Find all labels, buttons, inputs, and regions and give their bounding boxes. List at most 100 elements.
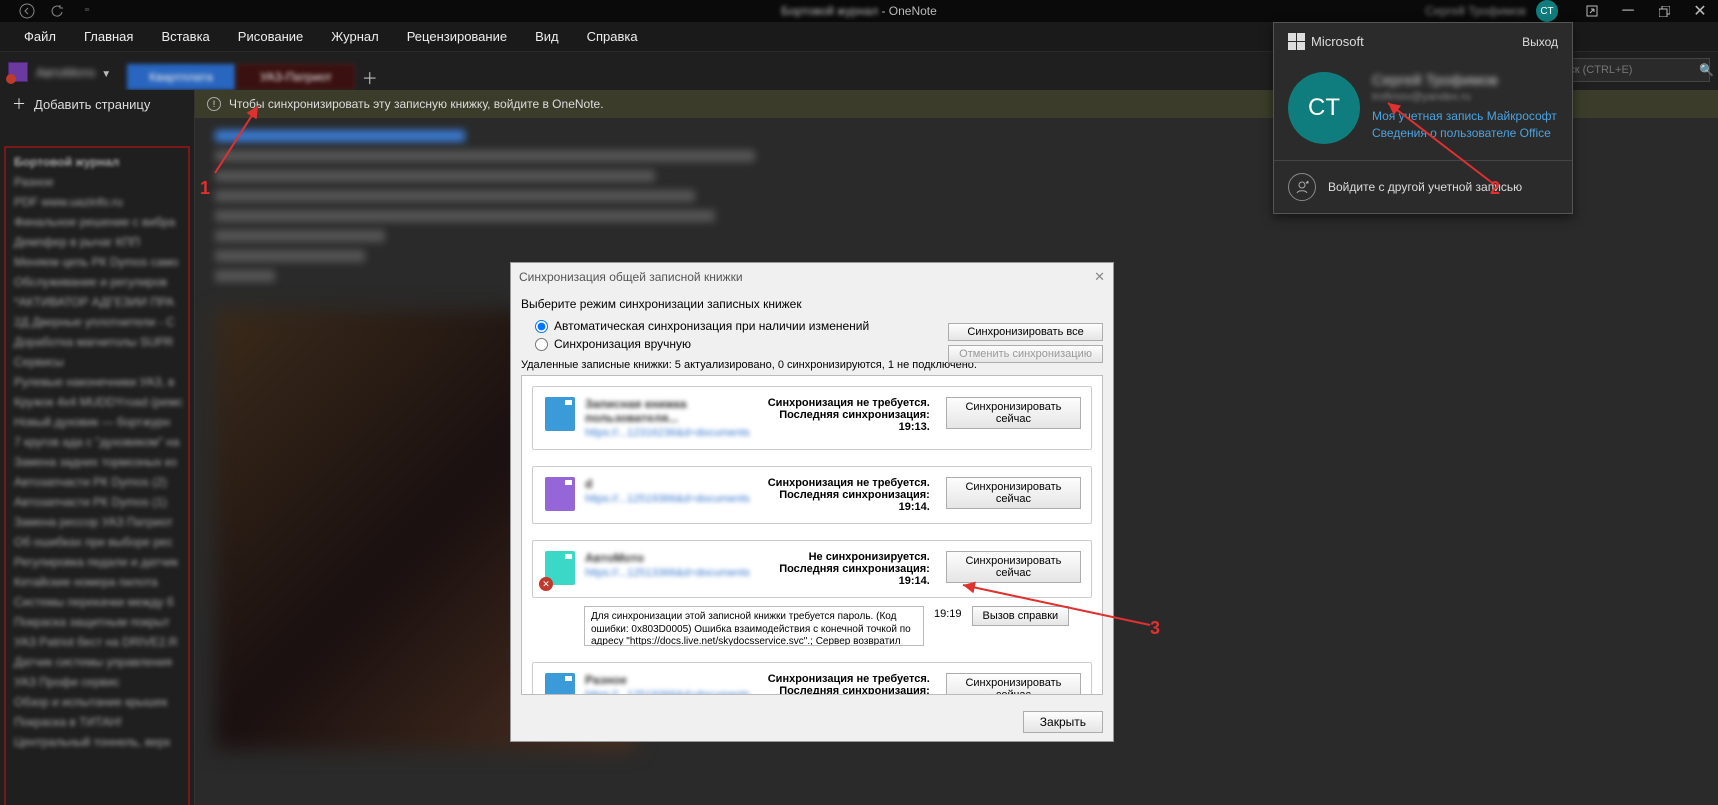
page-item[interactable]: *АКТИВАТОР АДГЕЗИИ ПРА: [12, 292, 182, 312]
page-item[interactable]: Центральный тоннель, верх: [12, 732, 182, 752]
page-item[interactable]: Рулевые наконечники УАЗ, в: [12, 372, 182, 392]
marker-2: 2: [1490, 178, 1500, 199]
page-item[interactable]: Замена рессор УАЗ Патриот: [12, 512, 182, 532]
add-section-button[interactable]: ＋: [357, 64, 383, 90]
ribbon-tab-draw[interactable]: Рисование: [224, 22, 317, 52]
notebook-list[interactable]: Записная книжка пользователя... https://.…: [521, 375, 1103, 695]
page-item[interactable]: Кетайские номера пилота: [12, 572, 182, 592]
add-page-button[interactable]: ＋ Добавить страницу: [0, 90, 194, 118]
account-popup: Microsoft Выход CT Сергей Трофимов trofi…: [1273, 22, 1573, 214]
page-item[interactable]: 2Д Дверные уплотнители - С: [12, 312, 182, 332]
page-list-header[interactable]: Бортовой журнал: [12, 152, 182, 172]
page-item[interactable]: Кружок 4x4 MUDDYroad (ремо: [12, 392, 182, 412]
search-icon[interactable]: 🔍: [1699, 63, 1714, 77]
page-item[interactable]: Обслуживание и регулиров: [12, 272, 182, 292]
customize-qat[interactable]: ⁼: [78, 2, 96, 20]
content-link: [215, 130, 465, 142]
page-item[interactable]: 7 кругов ада с "духовиком" на: [12, 432, 182, 452]
notebook-status: Синхронизация не требуется.: [760, 397, 930, 409]
ribbon-tab-journal[interactable]: Журнал: [317, 22, 392, 52]
undo-button[interactable]: [48, 2, 66, 20]
page-item[interactable]: Обзор и испытание крышек: [12, 692, 182, 712]
titlebar-account-name[interactable]: Сергей Трофимов: [1415, 4, 1536, 18]
page-item[interactable]: Автозапчасти РК Dymos (1): [12, 492, 182, 512]
titlebar-avatar[interactable]: CT: [1536, 0, 1558, 22]
section-tab-2[interactable]: УАЗ-Патриот: [237, 64, 355, 90]
sync-now-button[interactable]: Синхронизировать сейчас: [946, 673, 1081, 695]
page-item[interactable]: Покраска в ТИТАН!: [12, 712, 182, 732]
page-item[interactable]: Регулировка педали и датчик: [12, 552, 182, 572]
ribbon-tab-home[interactable]: Главная: [70, 22, 147, 52]
account-name: Сергей Трофимов: [1372, 72, 1558, 89]
notebook-title: d: [585, 477, 750, 491]
account-email: trofimov@yandex.ru: [1372, 91, 1558, 103]
page-item[interactable]: Системы перекачки между б: [12, 592, 182, 612]
notebook-last-sync: Последняя синхронизация: 19:14.: [760, 563, 930, 587]
page-item[interactable]: Автозапчасти РК Dymos (2): [12, 472, 182, 492]
page-item[interactable]: Замена задних тормозных ко: [12, 452, 182, 472]
page-item[interactable]: PDF www.uazinfo.ru: [12, 192, 182, 212]
help-button[interactable]: Вызов справки: [972, 606, 1070, 626]
dialog-subtitle: Выберите режим синхронизации записных кн…: [521, 297, 1103, 311]
page-item[interactable]: Доработка магнитолы SUPR: [12, 332, 182, 352]
page-item[interactable]: Разное: [12, 172, 182, 192]
notebook-name[interactable]: АвтоМото: [36, 65, 95, 80]
ribbon-display-options[interactable]: [1574, 0, 1610, 22]
search-box[interactable]: 🔍: [1550, 58, 1710, 82]
title-bar: ⁼ Бортовой журнал - OneNote Сергей Трофи…: [0, 0, 1718, 22]
ribbon-tab-review[interactable]: Рецензирование: [393, 22, 521, 52]
page-item[interactable]: УАЗ Patriot бест на DRIVE2.R: [12, 632, 182, 652]
notebook-row: ✕АвтоМотоhttps://...12513366&d=documents…: [532, 540, 1092, 598]
sync-dialog: Синхронизация общей записной книжки ✕ Вы…: [510, 262, 1114, 742]
sync-all-button[interactable]: Синхронизировать все: [948, 323, 1103, 341]
back-button[interactable]: [18, 2, 36, 20]
page-list-panel: ＋ Добавить страницу Бортовой журналРазно…: [0, 90, 195, 805]
sync-now-button[interactable]: Синхронизировать сейчас: [946, 477, 1081, 509]
page-item[interactable]: Датчик системы управления: [12, 652, 182, 672]
notebook-status: Не синхронизируется.: [760, 551, 930, 563]
notebook-icon: [545, 477, 575, 511]
page-item[interactable]: Сервисы: [12, 352, 182, 372]
notebook-title: Разное: [585, 673, 750, 687]
notebook-link: https://...12519366&d=documents: [585, 493, 750, 505]
window-title: Бортовой журнал - OneNote: [781, 4, 937, 18]
notebook-row: Разноеhttps://...12519366&d=documentsСин…: [532, 662, 1092, 695]
notebook-icon: [545, 673, 575, 695]
cancel-sync-button: Отменить синхронизацию: [948, 345, 1103, 363]
notebook-icon[interactable]: [8, 62, 28, 82]
ribbon-tab-insert[interactable]: Вставка: [147, 22, 223, 52]
notebook-status: Синхронизация не требуется.: [760, 673, 930, 685]
notebook-row: d https://...12519366&d=documents Синхрони…: [532, 466, 1092, 524]
search-input[interactable]: [1557, 64, 1699, 76]
dialog-close-x[interactable]: ✕: [1094, 269, 1105, 285]
window-minimize[interactable]: ─: [1610, 0, 1646, 22]
ms-account-link[interactable]: Моя учетная запись Майкрософт: [1372, 109, 1558, 123]
page-item[interactable]: Финальное решение с вибра: [12, 212, 182, 232]
ribbon-tab-file[interactable]: Файл: [10, 22, 70, 52]
logout-link[interactable]: Выход: [1522, 35, 1558, 49]
close-button[interactable]: Закрыть: [1023, 711, 1103, 733]
notebook-dropdown[interactable]: ▼: [101, 69, 111, 80]
ribbon-tab-help[interactable]: Справка: [573, 22, 652, 52]
sync-now-button[interactable]: Синхронизировать сейчас: [946, 397, 1081, 429]
plus-icon: ＋: [12, 94, 26, 114]
page-item[interactable]: Меняем цепь РК Dymos само: [12, 252, 182, 272]
notebook-row: Записная книжка пользователя...https://.…: [532, 386, 1092, 450]
marker-1: 1: [200, 178, 210, 199]
notebook-title: Записная книжка пользователя...: [585, 397, 750, 425]
error-message[interactable]: Для синхронизации этой записной книжки т…: [584, 606, 924, 646]
sync-now-button[interactable]: Синхронизировать сейчас: [946, 551, 1081, 583]
account-avatar: CT: [1288, 72, 1360, 144]
notebook-error-badge: [6, 74, 16, 84]
office-info-link[interactable]: Сведения о пользователе Office: [1372, 126, 1558, 140]
section-tab-1[interactable]: Квартплата: [127, 64, 235, 90]
window-restore[interactable]: [1646, 0, 1682, 22]
window-close[interactable]: ✕: [1682, 0, 1718, 22]
marker-3: 3: [1150, 618, 1160, 639]
ribbon-tab-view[interactable]: Вид: [521, 22, 573, 52]
page-item[interactable]: УАЗ Профи сервис: [12, 672, 182, 692]
page-item[interactable]: Покраска защитным покрыт: [12, 612, 182, 632]
page-item[interactable]: Новый духовик — бортжурн: [12, 412, 182, 432]
page-item[interactable]: Об ошибках при выборе рес: [12, 532, 182, 552]
page-item[interactable]: Демпфер в рычаг КПП: [12, 232, 182, 252]
